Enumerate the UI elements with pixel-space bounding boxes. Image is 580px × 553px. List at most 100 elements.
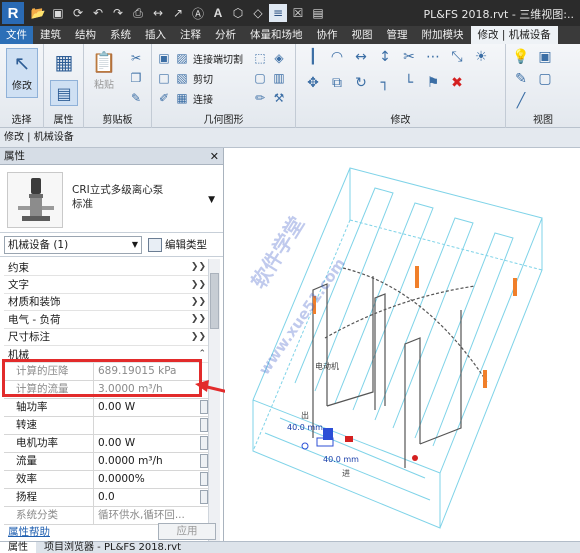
split-element-icon[interactable]: ✂ (400, 48, 418, 66)
tab-view[interactable]: 视图 (345, 26, 380, 44)
group-materials[interactable]: 材质和装饰 ❯❯ (4, 294, 210, 312)
group-electrical-loads[interactable]: 电气 - 负荷 ❯❯ (4, 311, 210, 329)
redo-icon[interactable]: ↷ (109, 4, 127, 22)
property-row[interactable]: 流量 0.0000 m³/h (4, 453, 210, 472)
property-value[interactable]: 0.00 W (94, 435, 200, 452)
tab-add-ins[interactable]: 附加模块 (415, 26, 471, 44)
tag-icon[interactable]: Ⓐ (189, 4, 207, 22)
join-button[interactable]: ▦ 连接 (174, 90, 213, 106)
group-text[interactable]: 文字 ❯❯ (4, 276, 210, 294)
open-icon[interactable]: 📂 (29, 4, 47, 22)
tab-systems[interactable]: 系统 (103, 26, 138, 44)
associate-parameter-button[interactable] (200, 454, 208, 469)
properties-button[interactable]: ▦ (50, 48, 78, 76)
property-value[interactable]: 0.0000% (94, 471, 200, 488)
match-type-button[interactable]: ✎ (128, 90, 144, 106)
scale-icon[interactable]: ⤡ (448, 48, 466, 66)
associate-parameter-button[interactable] (200, 490, 208, 505)
delete-icon[interactable]: ✖ (448, 74, 466, 92)
group-constraints[interactable]: 约束 ❯❯ (4, 259, 210, 277)
tab-annotate[interactable]: 注释 (173, 26, 208, 44)
property-value[interactable] (94, 417, 200, 434)
brush-view-icon[interactable]: ✎ (512, 70, 530, 88)
cut-button[interactable]: ▧ 剪切 (174, 70, 213, 86)
modify-button[interactable]: ↖ 修改 (6, 48, 38, 98)
align-tool-icon[interactable]: ┃ (304, 48, 322, 66)
offset-icon[interactable]: ◠ (328, 48, 346, 66)
array-icon[interactable]: ⋯ (424, 48, 442, 66)
copy-element-icon[interactable]: ⧉ (328, 74, 346, 92)
property-row[interactable]: 电机功率 0.00 W (4, 435, 210, 454)
tab-structure[interactable]: 结构 (68, 26, 103, 44)
cope-button[interactable]: ▣ (156, 50, 172, 66)
join-cut-button[interactable]: ▨ 连接端切割 (174, 50, 243, 66)
paste-button[interactable]: 📋 粘贴 (90, 48, 118, 91)
rotate-icon[interactable]: ↻ (352, 74, 370, 92)
hide-icon[interactable]: ▢ (536, 70, 554, 88)
associate-parameter-button[interactable] (200, 472, 208, 487)
property-value[interactable]: 0.0 (94, 489, 200, 506)
tab-massing-site[interactable]: 体量和场地 (243, 26, 310, 44)
text-icon[interactable]: A (209, 4, 227, 22)
select-panel-label[interactable]: 选择 (0, 111, 43, 126)
pin-button[interactable]: ✏ ⚒ (252, 90, 287, 106)
tab-project-browser[interactable]: 项目浏览器 - PL&FS 2018.rvt (36, 542, 189, 553)
associate-parameter-button[interactable] (200, 418, 208, 433)
move-icon[interactable]: ✥ (304, 74, 322, 92)
unpin-icon[interactable]: ☀ (472, 48, 490, 66)
property-row[interactable]: 扬程 0.0 (4, 489, 210, 508)
paint-button[interactable]: ✐ (156, 90, 172, 106)
property-value[interactable]: 0.0000 m³/h (94, 453, 200, 470)
split-button[interactable]: ▢ ▥ (252, 70, 287, 86)
property-row[interactable]: 轴功率 0.00 W (4, 399, 210, 418)
tab-insert[interactable]: 插入 (138, 26, 173, 44)
section-icon[interactable]: ◇ (249, 4, 267, 22)
tab-manage[interactable]: 管理 (380, 26, 415, 44)
measure-icon[interactable]: ↔ (149, 4, 167, 22)
tab-collaborate[interactable]: 协作 (310, 26, 345, 44)
close-hidden-icon[interactable]: ☒ (289, 4, 307, 22)
tab-file[interactable]: 文件 (0, 26, 33, 44)
cut-clipboard-button[interactable]: ✂ (128, 50, 144, 66)
dimension-icon[interactable]: ↗ (169, 4, 187, 22)
copy-button[interactable]: ❐ (128, 70, 144, 86)
revit-logo[interactable]: R (2, 2, 24, 24)
apply-button[interactable]: 应用 (158, 522, 216, 540)
edit-type-button[interactable]: 编辑类型 (148, 237, 207, 252)
property-value[interactable]: 0.00 W (94, 399, 200, 416)
switch-windows-icon[interactable]: ▤ (309, 4, 327, 22)
split-face-button[interactable]: □ (156, 70, 172, 86)
linework-icon[interactable]: ╱ (512, 92, 530, 110)
dropdown-arrow-icon[interactable]: ▼ (208, 195, 215, 205)
3d-view-icon[interactable]: ⬡ (229, 4, 247, 22)
mirror-draw-icon[interactable]: ↕ (376, 48, 394, 66)
sync-icon[interactable]: ⟳ (69, 4, 87, 22)
panel-geometry: ▣ ▨ 连接端切割 □ ▧ 剪切 ✐ ▦ 连接 ⬚ ◈ ▢ ▥ ✏ ⚒ 几何图形 (152, 44, 296, 128)
type-properties-button[interactable]: ▤ (50, 80, 78, 106)
tab-properties[interactable]: 属性 (0, 541, 36, 553)
scrollbar-thumb[interactable] (210, 273, 219, 329)
mirror-axis-icon[interactable]: ↔ (352, 48, 370, 66)
group-dimensions[interactable]: 尺寸标注 ❯❯ (4, 329, 210, 346)
undo-icon[interactable]: ↶ (89, 4, 107, 22)
tab-analyze[interactable]: 分析 (208, 26, 243, 44)
property-row[interactable]: 转速 (4, 417, 210, 436)
3d-viewport[interactable]: 软件学堂 www.xue51.com 40.0 mm 40.0 mm 电动机 出… (225, 148, 580, 541)
associate-parameter-button[interactable] (200, 436, 208, 451)
thin-lines-icon[interactable]: ≡ (269, 4, 287, 22)
wall-joins-button[interactable]: ⬚ ◈ (252, 50, 287, 66)
close-icon[interactable]: ✕ (210, 148, 219, 165)
tab-modify-mechanical-equipment[interactable]: 修改 | 机械设备 (470, 26, 558, 44)
trim-icon[interactable]: ┐ (376, 74, 394, 92)
override-graphics-icon[interactable]: ▣ (536, 48, 554, 66)
trim-single-icon[interactable]: └ (400, 74, 418, 92)
print-icon[interactable]: ⎙ (129, 4, 147, 22)
property-row[interactable]: 效率 0.0000% (4, 471, 210, 490)
lightbulb-icon[interactable]: 💡 (512, 48, 530, 66)
tab-architecture[interactable]: 建筑 (33, 26, 68, 44)
pin-element-icon[interactable]: ⚑ (424, 74, 442, 92)
type-selector[interactable]: CRI立式多级离心泵 标准 ▼ (0, 165, 223, 233)
save-icon[interactable]: ▣ (49, 4, 67, 22)
category-filter-dropdown[interactable]: 机械设备 (1) ▼ (4, 235, 142, 254)
properties-help-link[interactable]: 属性帮助 (8, 524, 50, 539)
